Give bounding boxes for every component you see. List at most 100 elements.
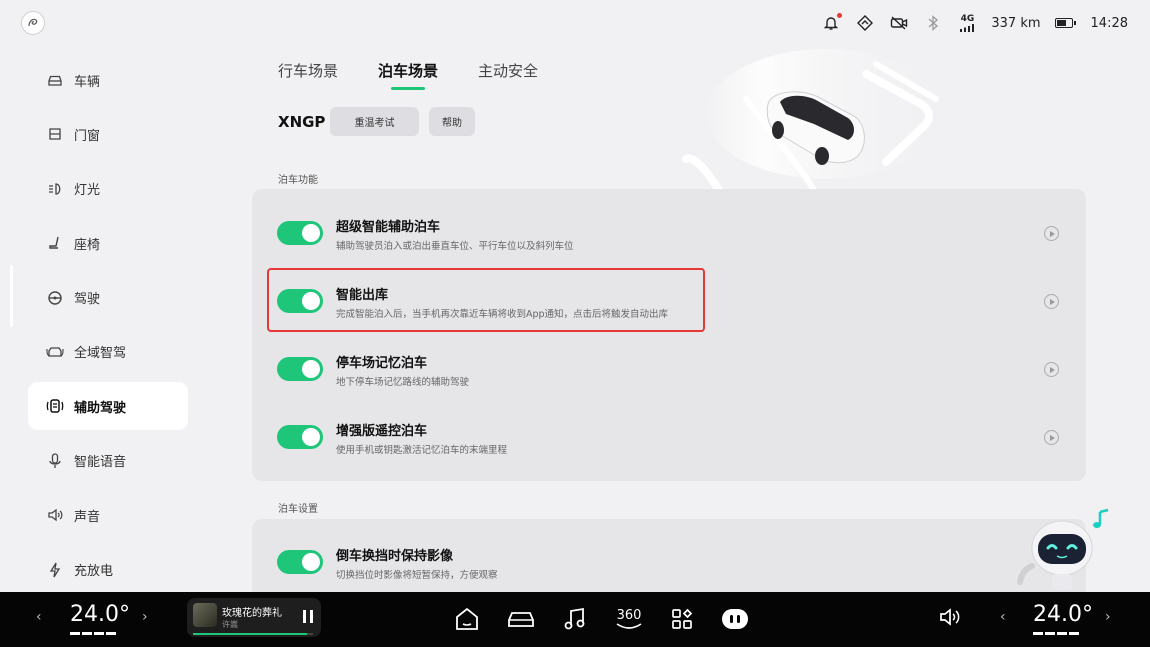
left-temperature[interactable]: 24.0°	[70, 602, 130, 627]
row-description: 辅助驾驶员泊入或泊出垂直车位、平行车位以及斜列车位	[336, 241, 574, 252]
assist-drive-icon	[46, 397, 64, 415]
cellular-signal-icon: 4G	[957, 13, 977, 33]
sidebar-item-label: 智能语音	[74, 455, 127, 471]
apps-icon[interactable]	[667, 604, 697, 634]
status-bar: 4G 337 km 14:28	[0, 0, 1150, 46]
row-title: 增强版遥控泊车	[336, 424, 428, 439]
smart-drive-icon	[46, 343, 64, 361]
album-cover	[193, 603, 217, 627]
keep-reverse-image-toggle[interactable]	[277, 550, 323, 574]
row-title: 倒车换挡时保持影像	[336, 549, 454, 564]
retake-exam-button[interactable]: 重温考试	[330, 107, 419, 136]
row-description: 地下停车场记忆路线的辅助驾驶	[336, 377, 470, 388]
vehicle-icon[interactable]	[506, 604, 536, 634]
camera-360-icon[interactable]: 360	[614, 604, 644, 634]
sidebar-item-label: 灯光	[74, 183, 101, 199]
sidebar-item-label: 声音	[74, 509, 101, 525]
right-temperature-indicator	[1033, 632, 1079, 635]
seat-icon	[46, 234, 64, 252]
feature-row-keep-reverse-image: 倒车换挡时保持影像 切换挡位时影像将短暂保持，方便观察	[252, 519, 1086, 587]
left-temp-decrease-icon[interactable]: ‹	[36, 609, 42, 625]
sidebar-item-voice[interactable]: 智能语音	[28, 437, 188, 485]
brand-logo[interactable]	[21, 11, 45, 35]
door-icon	[46, 125, 64, 143]
play-demo-icon[interactable]	[1044, 226, 1059, 241]
right-temp-decrease-icon[interactable]: ‹	[1000, 609, 1006, 625]
super-parking-toggle[interactable]	[277, 221, 323, 245]
row-title: 停车场记忆泊车	[336, 356, 428, 371]
right-temp-increase-icon[interactable]: ›	[1105, 609, 1111, 625]
row-description: 切换挡位时影像将短暂保持，方便观察	[336, 570, 498, 581]
play-demo-icon[interactable]	[1044, 294, 1059, 309]
sidebar-item-assist-drive[interactable]: 辅助驾驶	[28, 382, 188, 431]
memory-parking-toggle[interactable]	[277, 357, 323, 381]
assistant-face-icon[interactable]	[720, 604, 750, 634]
left-temp-increase-icon[interactable]: ›	[142, 609, 148, 625]
scene-tabs: 行车场景 泊车场景 主动安全	[278, 60, 538, 90]
speaker-icon	[46, 506, 64, 524]
parking-car-illustration	[682, 49, 946, 194]
tab-parking-scene[interactable]: 泊车场景	[378, 60, 438, 90]
sidebar-item-label: 驾驶	[74, 292, 101, 308]
range-text: 337 km	[991, 15, 1041, 31]
right-temperature[interactable]: 24.0°	[1033, 602, 1093, 627]
tab-active-safety[interactable]: 主动安全	[478, 60, 538, 90]
tab-driving-scene[interactable]: 行车场景	[278, 60, 338, 90]
feature-row-memory-parking: 停车场记忆泊车 地下停车场记忆路线的辅助驾驶	[252, 335, 1086, 403]
row-title: 超级智能辅助泊车	[336, 220, 441, 235]
feature-row-remote-parking: 增强版遥控泊车 使用手机或钥匙激活记忆泊车的末端里程	[252, 403, 1086, 471]
camera-off-icon[interactable]	[889, 13, 909, 33]
sidebar-item-charging[interactable]: 充放电	[28, 546, 188, 594]
sidebar-item-label: 门窗	[74, 128, 101, 144]
sidebar-item-driving[interactable]: 驾驶	[28, 274, 188, 322]
row-description: 使用手机或钥匙激活记忆泊车的末端里程	[336, 445, 508, 456]
sidebar: 车辆 门窗 灯光 座椅 驾驶 全域智驾 辅助驾驶 智能语音 声音 充放电	[28, 56, 188, 600]
sidebar-item-label: 座椅	[74, 237, 101, 253]
settings-screen: 4G 337 km 14:28 车辆 门窗 灯光 座椅 驾驶 全域智驾 辅助驾驶…	[0, 0, 1150, 592]
artist-name: 许嵩	[222, 620, 238, 629]
feature-row-super-parking: 超级智能辅助泊车 辅助驾驶员泊入或泊出垂直车位、平行车位以及斜列车位	[252, 199, 1086, 267]
media-progress-bar	[193, 633, 313, 635]
home-icon[interactable]	[452, 604, 482, 634]
charge-icon	[46, 561, 64, 579]
song-title: 玫瑰花的葬礼	[222, 608, 282, 619]
sidebar-item-label: 车辆	[74, 74, 101, 90]
sidebar-item-smart-drive[interactable]: 全域智驾	[28, 328, 188, 376]
smart-exit-highlight-box	[267, 268, 705, 332]
parking-functions-card: 超级智能辅助泊车 辅助驾驶员泊入或泊出垂直车位、平行车位以及斜列车位 智能出库 …	[252, 189, 1086, 481]
help-button[interactable]: 帮助	[429, 107, 475, 136]
battery-icon	[1054, 18, 1076, 28]
car-icon	[46, 71, 64, 89]
media-player[interactable]: 玫瑰花的葬礼 许嵩	[187, 598, 321, 637]
left-temperature-indicator	[70, 632, 116, 635]
parking-functions-section-label: 泊车功能	[278, 175, 318, 186]
parking-settings-section-label: 泊车设置	[278, 504, 318, 515]
pause-icon[interactable]	[303, 610, 313, 623]
parking-settings-card: 倒车换挡时保持影像 切换挡位时影像将短暂保持，方便观察	[252, 519, 1086, 592]
sidebar-item-label: 充放电	[74, 564, 114, 580]
steering-wheel-icon	[46, 289, 64, 307]
headlight-icon	[46, 180, 64, 198]
notification-bell-icon[interactable]	[821, 13, 843, 33]
sidebar-item-lights[interactable]: 灯光	[28, 165, 188, 213]
play-demo-icon[interactable]	[1044, 362, 1059, 377]
microphone-icon	[46, 452, 64, 470]
sidebar-item-seats[interactable]: 座椅	[28, 219, 188, 267]
sidebar-item-vehicle[interactable]: 车辆	[28, 56, 188, 104]
sidebar-item-doors-windows[interactable]: 门窗	[28, 110, 188, 158]
sidebar-item-sound[interactable]: 声音	[28, 491, 188, 539]
camera-360-label: 360	[616, 607, 642, 623]
navigation-tag-icon[interactable]	[855, 13, 875, 33]
sidebar-item-label: 全域智驾	[74, 346, 127, 362]
play-demo-icon[interactable]	[1044, 430, 1059, 445]
robot-assistant-icon[interactable]	[1012, 506, 1122, 590]
volume-icon[interactable]	[938, 606, 962, 632]
bluetooth-icon[interactable]	[923, 13, 943, 33]
music-icon[interactable]	[560, 604, 590, 634]
xngp-label: XNGP	[278, 113, 326, 131]
clock-text: 14:28	[1090, 15, 1128, 31]
sidebar-scroll-indicator	[10, 265, 13, 327]
bottom-dock: ‹ 24.0° › 玫瑰花的葬礼 许嵩 360 ‹ 24.0° ›	[0, 592, 1150, 647]
sidebar-item-label: 辅助驾驶	[74, 400, 127, 416]
remote-parking-toggle[interactable]	[277, 425, 323, 449]
